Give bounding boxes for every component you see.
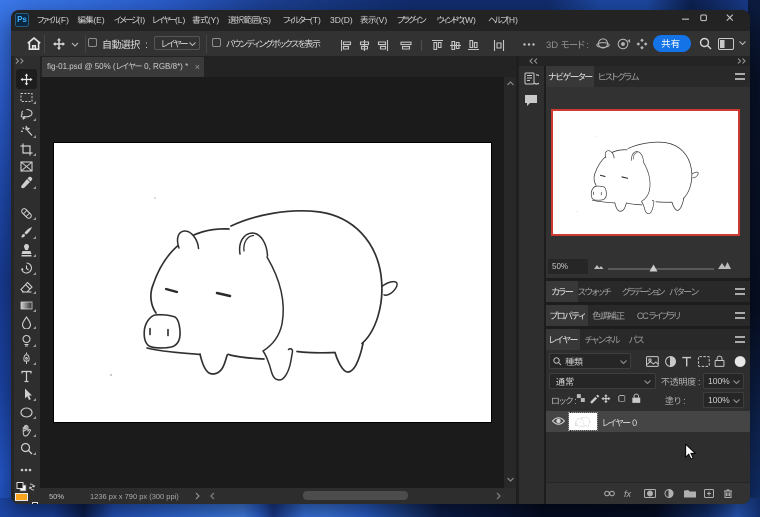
svg-text:fx: fx [624, 489, 632, 498]
